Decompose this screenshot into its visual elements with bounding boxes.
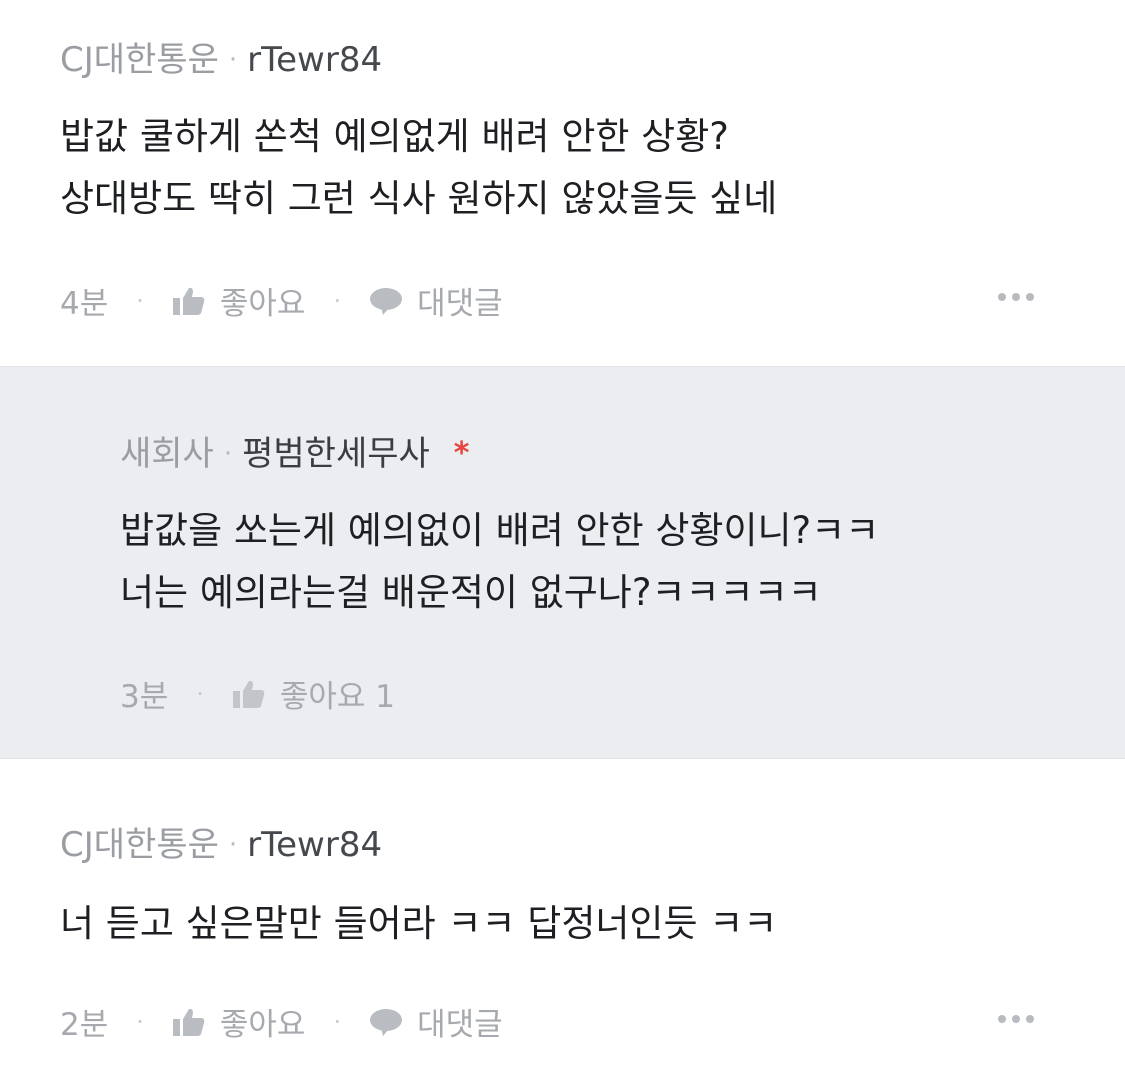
like-button[interactable]: 좋아요 [172,278,306,323]
company-name: CJ대한통운 [60,825,219,865]
comment-line: 밥값을 쏘는게 예의없이 배려 안한 상황이니?ㅋㅋ [120,509,880,552]
comment: CJ대한통운 · rTewr84 너 듣고 싶은말만 들어라 ㅋㅋ 답정너인듯 … [0,759,1125,1071]
like-label: 좋아요 [219,286,306,322]
author-name[interactable]: rTewr84 [247,825,382,865]
timestamp: 4분 [60,286,109,322]
comment-thread: CJ대한통운 · rTewr84 밥값 쿨하게 쏜척 예의없게 배려 안한 상황… [0,0,1125,1071]
speech-bubble-icon [369,286,403,316]
timestamp: 2분 [60,1007,109,1043]
author-name[interactable]: 평범한세무사 [242,434,430,474]
comment-line: 너 듣고 싶은말만 들어라 ㅋㅋ 답정너인듯 ㅋㅋ [60,902,778,945]
more-options-icon[interactable] [998,293,1034,301]
like-label: 좋아요 [219,1007,306,1043]
separator: · [136,1007,144,1036]
separator: · [228,45,238,75]
separator: · [333,1007,342,1036]
author-badge: * [453,436,470,471]
separator: · [136,286,144,315]
reply-comment: 새회사 · 평범한세무사 * 밥값을 쏘는게 예의없이 배려 안한 상황이니?ㅋ… [0,366,1125,759]
like-button[interactable]: 좋아요 [172,999,306,1044]
timestamp: 3분 [120,679,169,715]
thumbs-up-icon [172,286,206,316]
separator: · [228,830,238,860]
reply-label: 대댓글 [417,1007,503,1043]
separator: · [333,286,342,315]
thumbs-up-icon [232,679,266,709]
speech-bubble-icon [369,1007,403,1037]
reply-button[interactable]: 대댓글 [369,999,503,1044]
thumbs-up-icon [172,1007,206,1037]
comment-header: 새회사 · 평범한세무사 * [120,434,470,474]
comment-meta: 4분 · 좋아요 · 대댓글 [60,278,503,323]
separator: · [223,439,233,469]
comment-header: CJ대한통운 · rTewr84 [60,825,382,865]
comment-body: 밥값을 쏘는게 예의없이 배려 안한 상황이니?ㅋㅋ 너는 예의라는걸 배운적이… [120,500,879,624]
comment-line: 너는 예의라는걸 배운적이 없구나?ㅋㅋㅋㅋㅋ [120,571,822,614]
comment-body: 너 듣고 싶은말만 들어라 ㅋㅋ 답정너인듯 ㅋㅋ [60,893,777,955]
comment-line: 밥값 쿨하게 쏜척 예의없게 배려 안한 상황? [60,115,729,158]
comment-header: CJ대한통운 · rTewr84 [60,40,382,80]
company-name: CJ대한통운 [60,40,219,80]
comment-meta: 2분 · 좋아요 · 대댓글 [60,999,503,1044]
author-name[interactable]: rTewr84 [247,40,382,80]
company-name: 새회사 [120,434,214,474]
comment-meta: 3분 · 좋아요 1 [120,671,395,716]
comment: CJ대한통운 · rTewr84 밥값 쿨하게 쏜척 예의없게 배려 안한 상황… [0,0,1125,366]
like-label: 좋아요 1 [279,679,396,715]
comment-body: 밥값 쿨하게 쏜척 예의없게 배려 안한 상황? 상대방도 딱히 그런 식사 원… [60,106,777,230]
separator: · [196,679,204,708]
comment-line: 상대방도 딱히 그런 식사 원하지 않았을듯 싶네 [60,177,778,220]
like-button[interactable]: 좋아요 1 [232,671,395,716]
reply-button[interactable]: 대댓글 [369,278,503,323]
reply-label: 대댓글 [417,286,503,322]
more-options-icon[interactable] [998,1015,1034,1023]
